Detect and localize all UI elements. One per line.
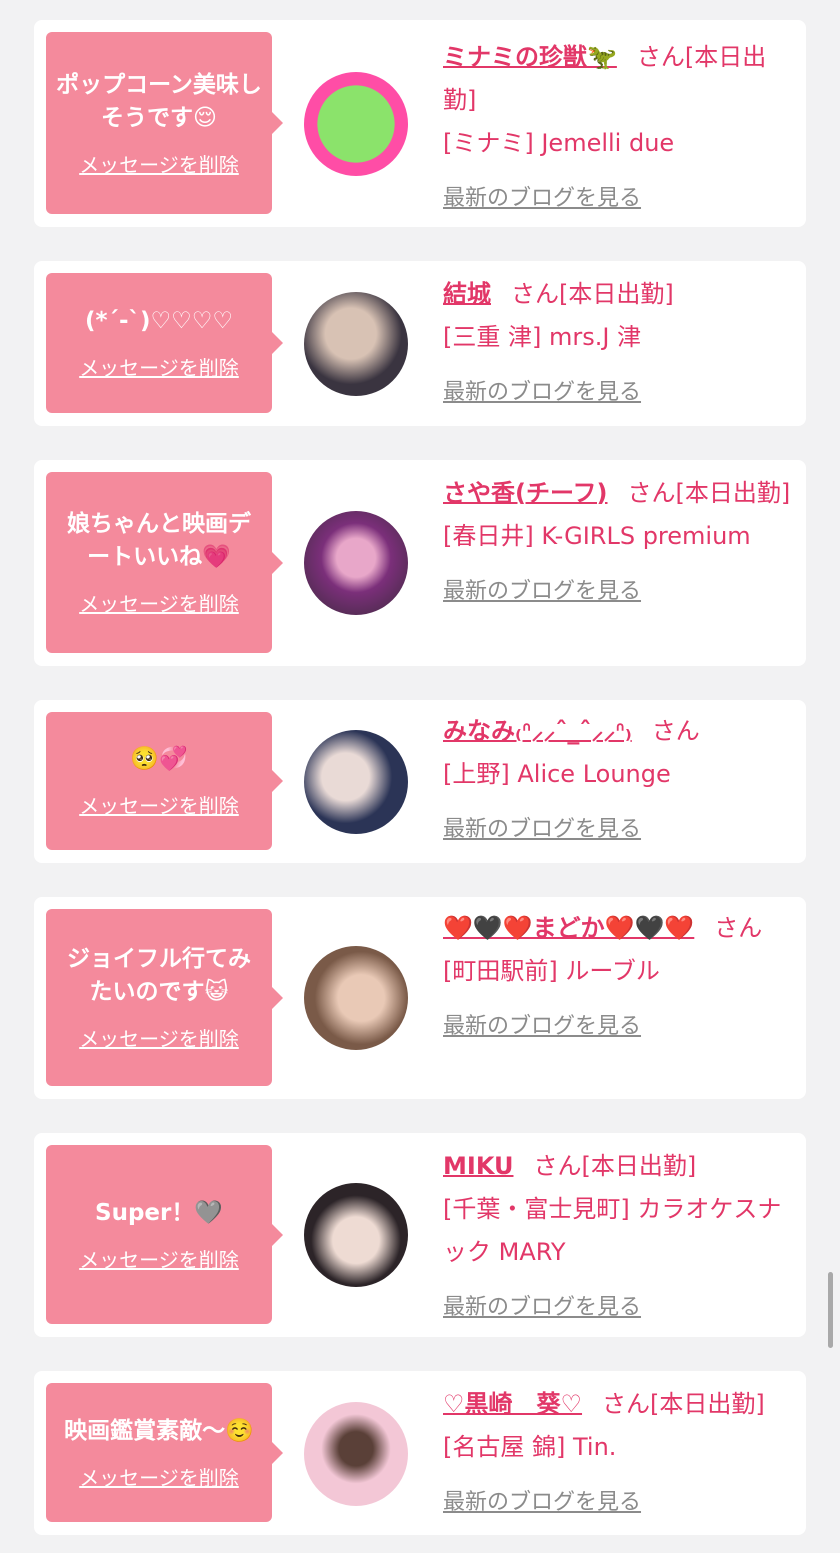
cast-status: さん[本日出勤] [627,479,791,507]
message-text: 映画鑑賞素敵〜☺️ [64,1417,254,1444]
latest-blog-link[interactable]: 最新のブログを見る [443,177,641,220]
avatar[interactable] [304,946,408,1050]
message-text: (*´-`)♡♡♡♡ [84,308,234,334]
cast-info: 結城 さん[本日出勤] [三重 津] mrs.J 津 最新のブログを見る [443,273,793,414]
cast-name-link[interactable]: みなみ₍ᐢ⸝⸝ˆ_ˆ⸝⸝ᐢ₎ [443,717,632,745]
message-bubble: Super！🩶 メッセージを削除 [46,1145,283,1324]
shop-name: [千葉・富士見町] カラオケスナック MARY [443,1195,782,1266]
cast-status: さん[本日出勤] [602,1390,765,1418]
message-bubble: ジョイフル行てみたいのです😺 メッセージを削除 [46,909,283,1086]
message-card: Super！🩶 メッセージを削除 MIKU さん[本日出勤] [千葉・富士見町] … [34,1133,806,1337]
cast-status: さん[本日出勤] [533,1152,697,1180]
message-card: 🥺💞 メッセージを削除 みなみ₍ᐢ⸝⸝ˆ_ˆ⸝⸝ᐢ₎ さん [上野] Alice … [34,700,806,863]
latest-blog-link[interactable]: 最新のブログを見る [443,1481,641,1524]
cast-info: ♡黒崎 葵♡ さん[本日出勤] [名古屋 錦] Tin. 最新のブログを見る [443,1383,793,1524]
cast-info: ミナミの珍獣🦖 さん[本日出勤] [ミナミ] Jemelli due 最新のブログ… [443,36,793,220]
shop-name: [ミナミ] Jemelli due [443,129,675,157]
avatar[interactable] [304,1402,408,1506]
delete-message-link[interactable]: メッセージを削除 [79,1023,239,1052]
shop-name: [春日井] K-GIRLS premium [443,522,751,550]
shop-name: [三重 津] mrs.J 津 [443,323,642,351]
avatar[interactable] [304,292,408,396]
message-card: 映画鑑賞素敵〜☺️ メッセージを削除 ♡黒崎 葵♡ さん[本日出勤] [名古屋 錦… [34,1371,806,1535]
latest-blog-link[interactable]: 最新のブログを見る [443,1286,641,1329]
shop-name: [上野] Alice Lounge [443,760,671,788]
cast-status: さん [714,914,763,942]
cast-name-link[interactable]: 結城 [443,280,491,308]
delete-message-link[interactable]: メッセージを削除 [79,1462,239,1491]
latest-blog-link[interactable]: 最新のブログを見る [443,570,641,613]
message-bubble: 🥺💞 メッセージを削除 [46,712,283,850]
message-text: ジョイフル行てみたいのです😺 [67,946,251,1005]
latest-blog-link[interactable]: 最新のブログを見る [443,808,641,851]
avatar[interactable] [304,1183,408,1287]
delete-message-link[interactable]: メッセージを削除 [79,588,239,617]
cast-name-link[interactable]: ミナミの珍獣🦖 [443,43,617,71]
cast-info: MIKU さん[本日出勤] [千葉・富士見町] カラオケスナック MARY 最新の… [443,1145,793,1329]
latest-blog-link[interactable]: 最新のブログを見る [443,371,641,414]
message-card: 娘ちゃんと映画デートいいね💗 メッセージを削除 さや香(チーフ) さん[本日出勤]… [34,460,806,666]
message-bubble: (*´-`)♡♡♡♡ メッセージを削除 [46,273,283,413]
delete-message-link[interactable]: メッセージを削除 [79,790,239,819]
message-card: (*´-`)♡♡♡♡ メッセージを削除 結城 さん[本日出勤] [三重 津] mr… [34,261,806,426]
avatar[interactable] [304,511,408,615]
delete-message-link[interactable]: メッセージを削除 [79,352,239,381]
message-text: ポップコーン美味しそうです😌 [56,71,262,131]
cast-info: ❤️🖤❤️まどか❤️🖤❤️ さん [町田駅前] ルーブル 最新のブログを見る [443,907,793,1048]
scrollbar[interactable] [828,1272,833,1348]
cast-name-link[interactable]: ♡黒崎 葵♡ [443,1390,582,1418]
message-bubble: 映画鑑賞素敵〜☺️ メッセージを削除 [46,1383,283,1522]
cast-info: さや香(チーフ) さん[本日出勤] [春日井] K-GIRLS premium 最… [443,472,793,613]
avatar[interactable] [304,72,408,176]
cast-name-link[interactable]: さや香(チーフ) [443,479,608,507]
message-text: 🥺💞 [130,746,188,772]
message-bubble: 娘ちゃんと映画デートいいね💗 メッセージを削除 [46,472,283,653]
delete-message-link[interactable]: メッセージを削除 [79,1244,239,1273]
avatar[interactable] [304,730,408,834]
cast-name-link[interactable]: MIKU [443,1152,513,1180]
message-card: ポップコーン美味しそうです😌 メッセージを削除 ミナミの珍獣🦖 さん[本日出勤] … [34,20,806,227]
cast-status: さん[本日出勤] [511,280,674,308]
delete-message-link[interactable]: メッセージを削除 [79,149,239,178]
message-bubble: ポップコーン美味しそうです😌 メッセージを削除 [46,32,283,214]
latest-blog-link[interactable]: 最新のブログを見る [443,1005,641,1048]
shop-name: [名古屋 錦] Tin. [443,1433,617,1461]
message-text: Super！🩶 [95,1199,223,1226]
cast-status: さん [651,717,700,745]
cast-info: みなみ₍ᐢ⸝⸝ˆ_ˆ⸝⸝ᐢ₎ さん [上野] Alice Lounge 最新のブロ… [443,710,793,851]
message-text: 娘ちゃんと映画デートいいね💗 [67,511,251,570]
shop-name: [町田駅前] ルーブル [443,957,660,985]
cast-name-link[interactable]: ❤️🖤❤️まどか❤️🖤❤️ [443,914,694,942]
message-card: ジョイフル行てみたいのです😺 メッセージを削除 ❤️🖤❤️まどか❤️🖤❤️ さん … [34,897,806,1099]
